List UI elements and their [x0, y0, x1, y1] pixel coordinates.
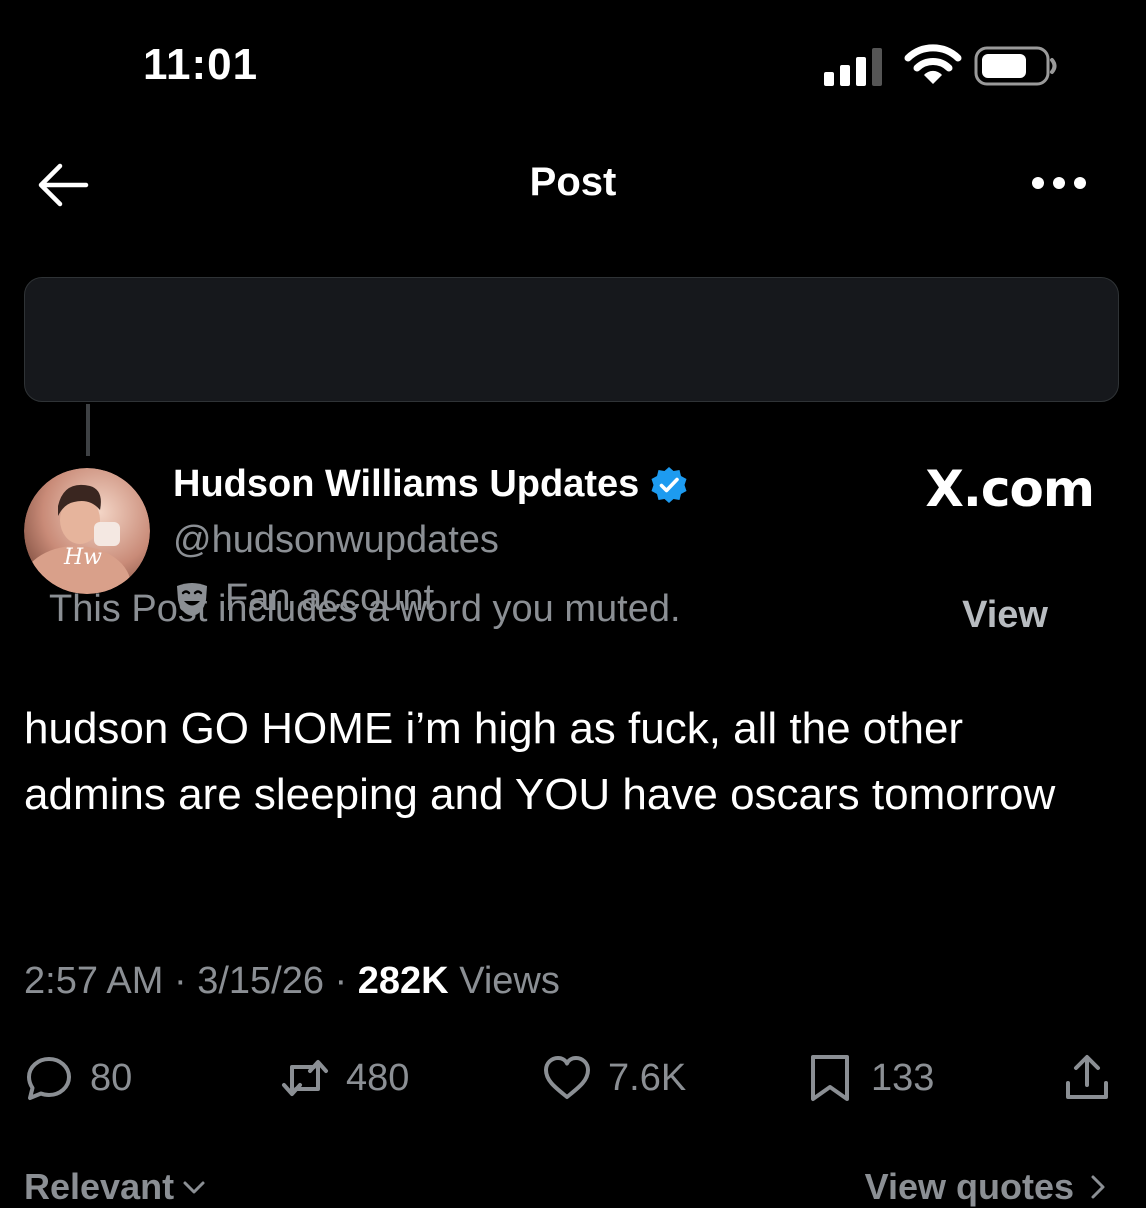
bookmark-count: 133 [871, 1056, 935, 1099]
fan-account-text: Fan account [225, 577, 435, 619]
author-name[interactable]: Hudson Williams Updates [173, 463, 689, 506]
page-title: Post [529, 160, 617, 204]
meta-separator: · [163, 960, 198, 1002]
reply-icon [27, 1057, 71, 1100]
chevron-down-icon [183, 1181, 205, 1194]
heart-icon [544, 1056, 590, 1099]
post-time: 2:57 AM [24, 960, 164, 1002]
svg-text:Hw: Hw [63, 545, 102, 570]
avatar[interactable]: Hw [24, 468, 150, 594]
view-muted-post-button[interactable]: View [962, 594, 1048, 637]
reply-count: 80 [90, 1056, 133, 1099]
post-date: 3/15/26 [197, 960, 324, 1002]
wifi-icon [904, 44, 962, 84]
sort-replies-dropdown[interactable]: Relevant [24, 1166, 208, 1208]
view-quotes-link[interactable]: View quotes [865, 1166, 1112, 1208]
author-handle[interactable]: @hudsonwupdates [173, 519, 499, 562]
like-button[interactable]: 7.6K [542, 1052, 686, 1104]
post-text: hudson GO HOME i’m high as fuck, all the… [24, 704, 1056, 819]
meta-separator: · [324, 960, 358, 1002]
signal-icon [824, 48, 882, 86]
fan-account-label: Fan account [173, 577, 434, 620]
share-button[interactable] [1062, 1052, 1112, 1104]
like-count: 7.6K [608, 1056, 687, 1099]
x-com-watermark: X.com [925, 460, 1095, 518]
muted-word-banner: This Post includes a word you muted. Vie… [24, 277, 1119, 636]
repost-count: 480 [346, 1056, 410, 1099]
chevron-right-icon [1091, 1175, 1105, 1199]
theater-mask-icon [177, 582, 207, 616]
repost-icon [282, 1060, 328, 1096]
sort-label: Relevant [24, 1166, 175, 1207]
reply-button[interactable]: 80 [24, 1052, 132, 1104]
bookmark-icon [811, 1055, 849, 1101]
thread-connector-line [86, 404, 90, 456]
battery-icon [974, 46, 1057, 86]
view-quotes-label: View quotes [864, 1166, 1074, 1207]
views-count: 282K [357, 960, 449, 1002]
share-icon [1066, 1055, 1108, 1099]
author-name-text: Hudson Williams Updates [173, 463, 640, 505]
views-label: Views [459, 960, 560, 1002]
post-metadata: 2:57 AM · 3/15/26 · 282K Views [24, 960, 560, 1003]
verified-badge-icon [651, 466, 687, 503]
status-bar-time: 11:01 [143, 40, 259, 89]
repost-button[interactable]: 480 [280, 1052, 409, 1104]
bookmark-button[interactable]: 133 [805, 1052, 934, 1104]
more-options-icon[interactable] [1030, 168, 1088, 198]
